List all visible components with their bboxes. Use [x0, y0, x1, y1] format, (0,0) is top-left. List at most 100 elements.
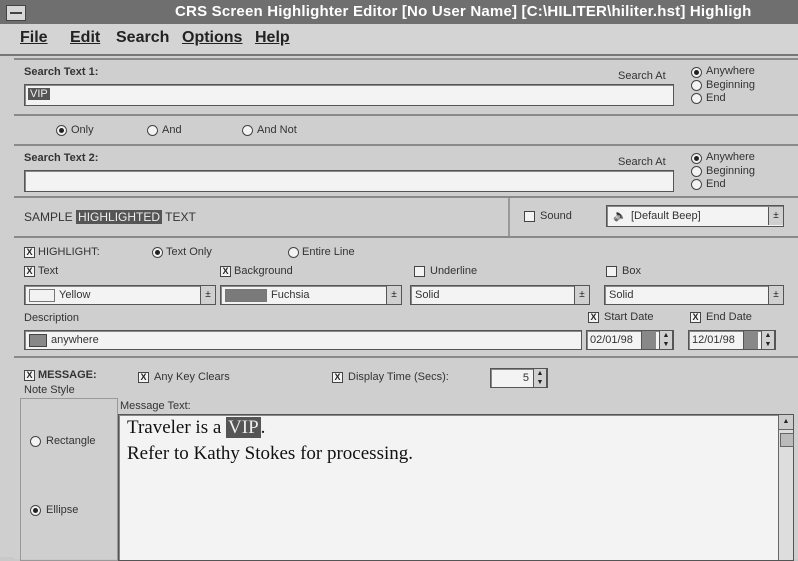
text-color-select[interactable]: Yellow ± [24, 285, 216, 305]
search-at-1-label: Search At [618, 70, 666, 82]
sample-panel: SAMPLE HIGHLIGHTED TEXT Sound 🔈 [Default… [14, 196, 798, 238]
end-date-checkbox[interactable]: X [690, 312, 701, 323]
search2-end-label: End [706, 178, 726, 190]
sound-checkbox[interactable] [524, 211, 535, 222]
message-highlighted-word: VIP [226, 417, 261, 438]
description-input[interactable]: anywhere [24, 330, 582, 350]
message-line-1: Traveler is a VIP. [127, 417, 266, 438]
note-style-rectangle-radio[interactable] [30, 436, 41, 447]
start-date-checkbox[interactable]: X [588, 312, 599, 323]
scroll-up-icon[interactable]: ▲ [779, 415, 793, 430]
window-title: CRS Screen Highlighter Editor [No User N… [175, 3, 752, 20]
highlight-panel: X HIGHLIGHT: Text Only Entire Line X Tex… [14, 236, 798, 358]
menu-search[interactable]: Search [116, 29, 169, 47]
display-time-checkbox[interactable]: X [332, 372, 343, 383]
system-menu-icon[interactable] [6, 5, 26, 21]
search1-beginning-label: Beginning [706, 79, 755, 91]
text-color-dropdown-icon[interactable]: ± [200, 286, 215, 304]
highlight-text-only-label: Text Only [166, 246, 212, 258]
sound-label: Sound [540, 210, 572, 222]
search-text-2-panel: Search Text 2: Search At Anywhere Beginn… [14, 144, 798, 198]
sample-highlighted-text: HIGHLIGHTED [76, 210, 163, 224]
highlight-checkbox[interactable]: X [24, 247, 35, 258]
box-label: Box [622, 265, 641, 277]
message-panel: X MESSAGE: X Any Key Clears X Display Ti… [14, 356, 798, 561]
logic-and-radio[interactable] [147, 125, 158, 136]
underline-select[interactable]: Solid ± [410, 285, 590, 305]
logic-only-label: Only [71, 124, 94, 136]
note-style-label: Note Style [24, 384, 75, 396]
message-text-area[interactable]: Traveler is a VIP. Refer to Kathy Stokes… [118, 414, 794, 561]
scroll-thumb[interactable] [780, 433, 794, 447]
note-style-ellipse-label: Ellipse [46, 504, 79, 516]
background-color-select[interactable]: Fuchsia ± [220, 285, 402, 305]
start-date-input[interactable]: 02/01/98 ▲ ▼ [586, 330, 674, 350]
search1-anywhere-label: Anywhere [706, 65, 755, 77]
background-color-dropdown-icon[interactable]: ± [386, 286, 401, 304]
text-color-label: Text [38, 265, 59, 277]
search2-beginning-radio[interactable] [691, 166, 702, 177]
search-text-2-input[interactable] [24, 170, 674, 192]
start-date-label: Start Date [604, 311, 654, 323]
note-style-ellipse-radio[interactable] [30, 505, 41, 516]
background-color-checkbox[interactable]: X [220, 266, 231, 277]
sample-preview: SAMPLE HIGHLIGHTED TEXT [24, 210, 196, 224]
logic-and-not-radio[interactable] [242, 125, 253, 136]
end-date-spinner[interactable]: ▲ ▼ [761, 330, 775, 350]
speaker-icon: 🔈 [613, 210, 627, 222]
underline-label: Underline [430, 265, 478, 277]
logic-and-label: And [162, 124, 182, 136]
search-text-1-panel: Search Text 1: VIP Search At Anywhere Be… [14, 58, 798, 116]
message-scrollbar[interactable]: ▲ [778, 415, 794, 560]
message-checkbox[interactable]: X [24, 370, 35, 381]
sound-select[interactable]: 🔈 [Default Beep] ± [606, 205, 784, 227]
box-dropdown-icon[interactable]: ± [768, 286, 783, 304]
search2-end-radio[interactable] [691, 179, 702, 190]
search-text-2-label: Search Text 2: [24, 152, 99, 164]
display-time-input[interactable]: 5 ▲ ▼ [490, 368, 548, 388]
search1-anywhere-radio[interactable] [691, 67, 702, 78]
logic-panel: Only And And Not [14, 114, 798, 146]
display-time-spinner[interactable]: ▲ ▼ [533, 368, 547, 388]
display-time-label: Display Time (Secs): [348, 371, 449, 383]
message-label: MESSAGE: [38, 369, 97, 381]
start-date-calendar-icon[interactable] [641, 331, 656, 349]
search1-end-label: End [706, 92, 726, 104]
box-checkbox[interactable] [606, 266, 617, 277]
highlight-entire-line-radio[interactable] [288, 247, 299, 258]
search2-beginning-label: Beginning [706, 165, 755, 177]
any-key-clears-label: Any Key Clears [154, 371, 230, 383]
search-text-1-input[interactable]: VIP [24, 84, 674, 106]
menu-help[interactable]: Help [255, 29, 290, 47]
sample-divider [508, 198, 510, 238]
note-style-group [20, 398, 118, 561]
editor-window: CRS Screen Highlighter Editor [No User N… [0, 0, 798, 561]
search-text-1-label: Search Text 1: [24, 66, 99, 78]
logic-only-radio[interactable] [56, 125, 67, 136]
search2-anywhere-label: Anywhere [706, 151, 755, 163]
background-color-swatch [225, 289, 267, 302]
menu-bar: File Edit Search Options Help [0, 24, 798, 56]
any-key-clears-checkbox[interactable]: X [138, 372, 149, 383]
underline-checkbox[interactable] [414, 266, 425, 277]
description-label: Description [24, 312, 80, 324]
text-color-swatch [29, 289, 55, 302]
menu-file[interactable]: File [20, 29, 48, 47]
box-select[interactable]: Solid ± [604, 285, 784, 305]
text-color-checkbox[interactable]: X [24, 266, 35, 277]
note-style-rectangle-label: Rectangle [46, 435, 96, 447]
highlight-text-only-radio[interactable] [152, 247, 163, 258]
search1-end-radio[interactable] [691, 93, 702, 104]
underline-dropdown-icon[interactable]: ± [574, 286, 589, 304]
end-date-input[interactable]: 12/01/98 ▲ ▼ [688, 330, 776, 350]
menu-edit[interactable]: Edit [70, 29, 100, 47]
sound-dropdown-icon[interactable]: ± [768, 207, 783, 225]
search1-beginning-radio[interactable] [691, 80, 702, 91]
start-date-spinner[interactable]: ▲ ▼ [659, 330, 673, 350]
logic-and-not-label: And Not [257, 124, 297, 136]
end-date-calendar-icon[interactable] [743, 331, 758, 349]
end-date-label: End Date [706, 311, 752, 323]
menu-options[interactable]: Options [182, 29, 242, 47]
search2-anywhere-radio[interactable] [691, 153, 702, 164]
highlight-entire-line-label: Entire Line [302, 246, 355, 258]
